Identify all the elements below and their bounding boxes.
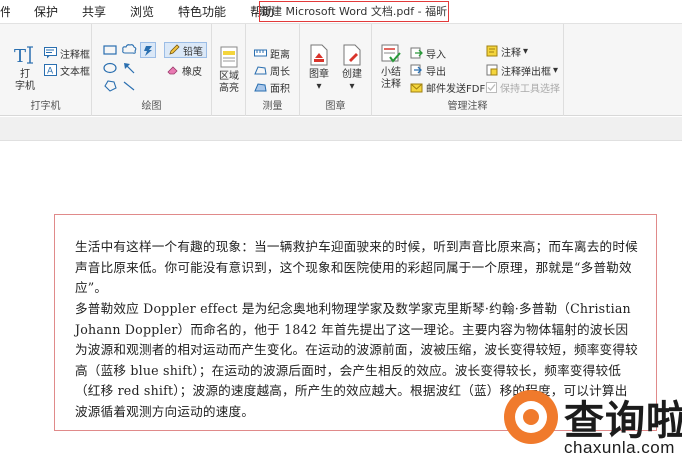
- paragraph-1: 生活中有这样一个有趣的现象：当一辆救护车迎面驶来的时候，听到声音比原来高；而车离…: [75, 239, 638, 296]
- watermark-url: chaxunla.com: [564, 438, 675, 457]
- import-button[interactable]: 导入: [410, 45, 446, 61]
- group-typewriter-label: 打字机: [30, 101, 61, 112]
- eraser-button[interactable]: 橡皮: [167, 62, 202, 78]
- summary-label-2: 注释: [381, 79, 401, 90]
- watermark-circle-icon: [504, 390, 558, 444]
- menu-bar: 件 保护 共享 浏览 特色功能 帮助: [0, 3, 284, 20]
- pencil-icon: [169, 44, 180, 55]
- line-tool-icon[interactable]: [122, 80, 136, 92]
- lightning-icon: [144, 46, 152, 56]
- annotations-icon: [486, 45, 498, 57]
- stamp-button[interactable]: 图章 ▾: [304, 44, 334, 93]
- comment-box-label: 注释框: [60, 49, 90, 61]
- create-button[interactable]: 创建 ▾: [337, 44, 367, 93]
- distance-button[interactable]: 距离: [254, 45, 290, 61]
- window-title: 新建 Microsoft Word 文档.pdf - 福昕阅读器: [259, 1, 449, 22]
- create-dropdown-icon[interactable]: ▾: [349, 81, 354, 92]
- area-icon: [254, 82, 267, 91]
- keep-tool-label: 保持工具选择: [500, 83, 560, 95]
- group-drawing: 铅笔 橡皮 绘图: [92, 24, 212, 116]
- pencil-label: 铅笔: [183, 46, 203, 58]
- perimeter-button[interactable]: 周长: [254, 62, 290, 78]
- ribbon: T 打 字机 注释框 A 文本框 打字机 铅笔 橡皮 绘图 区域 高亮 距离 周…: [0, 24, 682, 116]
- summary-icon: [381, 44, 401, 63]
- create-label: 创建: [342, 69, 362, 80]
- keep-tool-check-icon: [486, 81, 497, 93]
- distance-label: 距离: [270, 49, 290, 61]
- freehand-tool-button[interactable]: [140, 42, 156, 58]
- region-label-2: 高亮: [219, 83, 239, 94]
- typewriter-icon: T: [14, 46, 33, 66]
- area-button[interactable]: 面积: [254, 79, 290, 95]
- annotations-dropdown-icon[interactable]: ▾: [523, 46, 528, 57]
- comment-box-icon: [44, 47, 57, 59]
- group-measure-label: 测量: [262, 101, 283, 112]
- export-icon: [410, 64, 422, 76]
- menu-browse[interactable]: 浏览: [130, 3, 154, 20]
- ribbon-bottom-bar: [0, 117, 682, 141]
- area-label: 面积: [270, 83, 290, 95]
- create-stamp-icon: [343, 44, 361, 66]
- email-fdf-button[interactable]: 邮件发送FDF: [410, 79, 485, 95]
- export-button[interactable]: 导出: [410, 62, 446, 78]
- typewriter-button[interactable]: T 打 字机: [10, 44, 40, 93]
- menu-features[interactable]: 特色功能: [178, 3, 226, 20]
- region-label-1: 区域: [219, 71, 239, 82]
- group-region: 区域 高亮: [212, 24, 246, 116]
- email-fdf-label: 邮件发送FDF: [426, 83, 486, 95]
- menu-share[interactable]: 共享: [82, 3, 106, 20]
- typewriter-label-1: 打: [20, 69, 30, 80]
- stamp-dropdown-icon[interactable]: ▾: [316, 81, 321, 92]
- menu-file[interactable]: 件: [0, 3, 10, 20]
- text-box-button[interactable]: A 文本框: [44, 62, 90, 78]
- text-box-label: 文本框: [60, 66, 90, 78]
- group-typewriter: T 打 字机 注释框 A 文本框 打字机: [0, 24, 92, 116]
- cloud-tool-icon[interactable]: [122, 43, 137, 56]
- group-manage: 小结 注释 导入 导出 邮件发送FDF 注释 ▾ 注释弹出框 ▾ 保持工具选择: [372, 24, 564, 116]
- ruler-distance-icon: [254, 49, 267, 57]
- ellipse-tool-icon[interactable]: [103, 62, 117, 74]
- rectangle-tool-icon[interactable]: [103, 44, 117, 56]
- svg-text:A: A: [47, 67, 54, 77]
- perimeter-icon: [254, 65, 267, 74]
- import-label: 导入: [426, 49, 446, 61]
- popup-notes-dropdown-icon[interactable]: ▾: [553, 65, 558, 76]
- group-manage-label: 管理注释: [447, 101, 488, 112]
- perimeter-label: 周长: [270, 66, 290, 78]
- summary-label-1: 小结: [381, 67, 401, 78]
- polygon-tool-icon[interactable]: [103, 80, 117, 92]
- stamp-label: 图章: [309, 69, 329, 80]
- comment-box-button[interactable]: 注释框: [44, 45, 90, 61]
- export-label: 导出: [426, 66, 446, 78]
- popup-notes-icon: [486, 64, 498, 76]
- annotations-label: 注释: [501, 47, 521, 59]
- svg-text:T: T: [14, 46, 26, 66]
- group-drawing-label: 绘图: [141, 101, 162, 112]
- eraser-label: 橡皮: [182, 66, 202, 78]
- eraser-icon: [167, 66, 178, 75]
- group-stamp-label: 图章: [325, 101, 346, 112]
- popup-notes-label: 注释弹出框: [501, 66, 551, 78]
- watermark-logo: 查询啦 chaxunla.com: [498, 384, 682, 475]
- email-icon: [410, 83, 423, 92]
- popup-notes-button[interactable]: 注释弹出框 ▾: [486, 62, 558, 78]
- import-icon: [410, 47, 423, 59]
- group-measure: 距离 周长 面积 测量: [246, 24, 300, 116]
- highlight-region-icon: [220, 46, 238, 68]
- group-stamp: 图章 ▾ 创建 ▾ 图章: [300, 24, 372, 116]
- text-box-icon: A: [44, 64, 57, 76]
- menu-protect[interactable]: 保护: [34, 3, 58, 20]
- stamp-icon: [310, 44, 328, 66]
- arrow-tool-icon[interactable]: [122, 62, 136, 74]
- region-highlight-button[interactable]: 区域 高亮: [214, 46, 244, 95]
- pencil-button[interactable]: 铅笔: [164, 42, 207, 58]
- keep-tool-checkbox[interactable]: 保持工具选择: [486, 79, 560, 95]
- annotations-button[interactable]: 注释 ▾: [486, 43, 528, 59]
- summary-button[interactable]: 小结 注释: [376, 44, 406, 91]
- typewriter-label-2: 字机: [15, 81, 35, 92]
- title-bar: 件 保护 共享 浏览 特色功能 帮助 新建 Microsoft Word 文档.…: [0, 0, 682, 24]
